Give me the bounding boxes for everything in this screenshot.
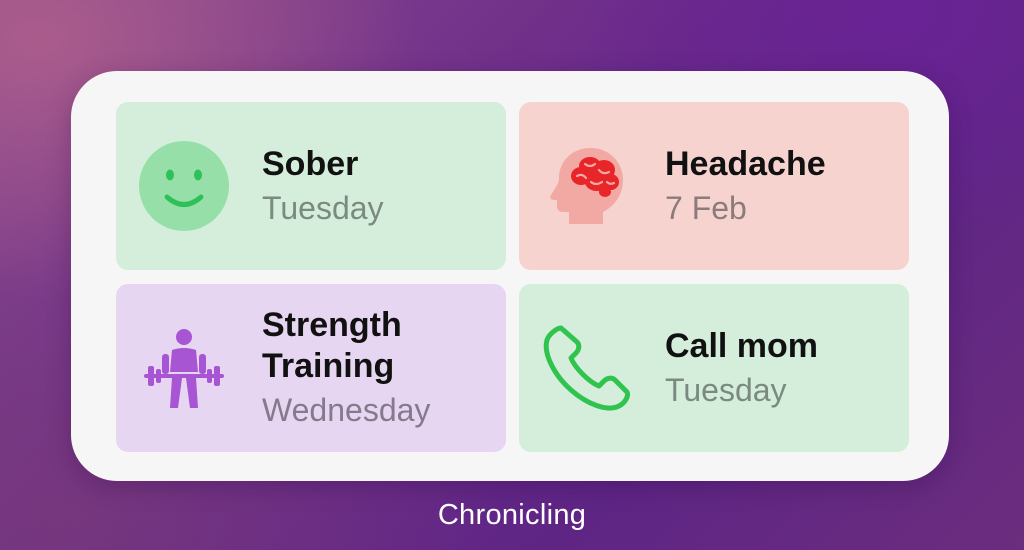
app-label: Chronicling xyxy=(437,499,587,531)
weightlifter-icon xyxy=(136,320,232,416)
tile-strength-training[interactable]: Strength Training Wednesday xyxy=(116,284,506,452)
smiley-face-icon xyxy=(136,138,232,234)
tile-title: Call mom xyxy=(665,326,819,365)
tile-title-line2: Training xyxy=(262,347,395,385)
tile-subtitle: Tuesday xyxy=(262,189,384,226)
tile-subtitle: Wednesday xyxy=(262,392,431,428)
tile-sober[interactable]: Sober Tuesday xyxy=(116,102,506,270)
tile-text: Call mom Tuesday xyxy=(665,284,818,452)
tile-title: Headache xyxy=(665,144,826,183)
chronicling-widget[interactable]: Sober Tuesday Headache 7 Feb Strength Tr… xyxy=(71,71,949,481)
brain-head-icon xyxy=(539,138,635,234)
tile-subtitle: Tuesday xyxy=(665,371,787,408)
tile-title-line1: Strength xyxy=(262,306,402,344)
tile-call-mom[interactable]: Call mom Tuesday xyxy=(519,284,909,452)
tile-text: Sober Tuesday xyxy=(262,102,384,270)
tile-title: Sober xyxy=(262,144,359,183)
tile-headache[interactable]: Headache 7 Feb xyxy=(519,102,909,270)
phone-icon xyxy=(539,320,635,416)
tile-subtitle: 7 Feb xyxy=(665,189,747,226)
tile-text: Headache 7 Feb xyxy=(665,102,826,270)
tile-text: Strength Training Wednesday xyxy=(262,284,430,452)
